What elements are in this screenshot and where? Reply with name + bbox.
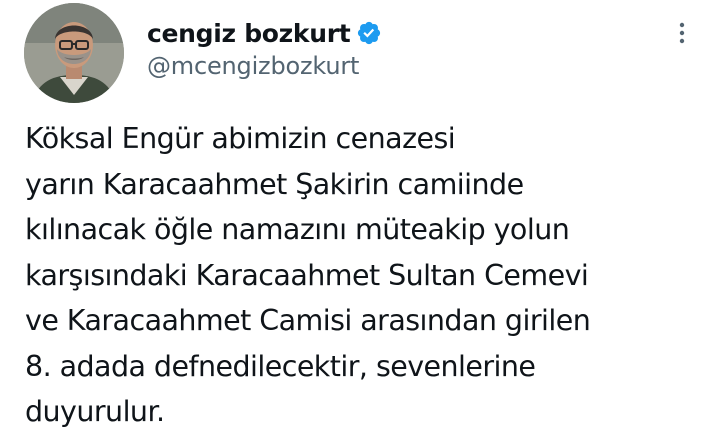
- tweet-text-line: duyurulur.: [25, 395, 165, 428]
- author-name-row: cengiz bozkurt: [147, 16, 382, 50]
- author-display-name[interactable]: cengiz bozkurt: [147, 19, 351, 48]
- avatar-photo: [24, 3, 124, 103]
- tweet-text-line: Köksal Engür abimizin cenazesi: [25, 122, 456, 155]
- tweet-text: Köksal Engür abimizin cenazesi yarın Kar…: [25, 116, 705, 435]
- author-avatar[interactable]: [24, 3, 124, 103]
- verified-badge-icon: [356, 20, 382, 46]
- tweet-text-line: kılınacak öğle namazını müteakip yolun: [25, 213, 570, 246]
- tweet-text-line: yarın Karacaahmet Şakirin camiinde: [25, 167, 524, 201]
- tweet-text-line: 8. adada defnedilecektir, sevenlerine: [25, 349, 536, 383]
- tweet-text-line: ve Karacaahmet Camisi arasından girilen: [25, 304, 591, 337]
- tweet: cengiz bozkurt @mcengizbozkurt Köksal En…: [0, 0, 719, 436]
- more-options-button[interactable]: [674, 20, 690, 46]
- author-handle[interactable]: @mcengizbozkurt: [147, 52, 359, 80]
- more-vertical-icon: [679, 22, 685, 44]
- tweet-text-line: karşısındaki Karacaahmet Sultan Cemevi: [25, 258, 589, 292]
